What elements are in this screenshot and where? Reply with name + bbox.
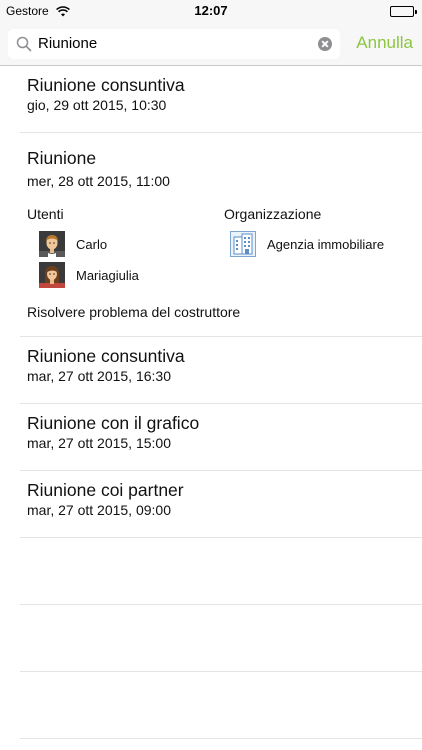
list-item-expanded[interactable]: Riunione mer, 28 ott 2015, 11:00 Utenti …	[20, 133, 422, 337]
event-date: gio, 29 ott 2015, 10:30	[27, 97, 167, 113]
cancel-button[interactable]: Annulla	[356, 33, 413, 53]
list-item[interactable]: Riunione con il grafico mar, 27 ott 2015…	[20, 404, 422, 471]
search-icon	[16, 36, 32, 57]
event-date: mer, 28 ott 2015, 11:00	[27, 173, 170, 189]
user-name: Mariagiulia	[76, 268, 139, 283]
battery-icon	[390, 6, 417, 17]
male-avatar-icon	[39, 231, 65, 257]
event-date: mar, 27 ott 2015, 09:00	[27, 502, 171, 518]
list-item[interactable]: Riunione consuntiva gio, 29 ott 2015, 10…	[20, 66, 422, 133]
event-title: Riunione consuntiva	[27, 75, 185, 95]
event-title: Riunione con il grafico	[27, 413, 200, 433]
search-bar[interactable]	[8, 29, 340, 59]
empty-row	[20, 672, 422, 739]
search-input[interactable]	[38, 29, 308, 59]
event-title: Riunione	[27, 148, 97, 168]
female-avatar-icon	[39, 262, 65, 288]
organization-name: Agenzia immobiliare	[267, 237, 385, 252]
empty-row	[20, 538, 422, 605]
clock: 12:07	[194, 3, 228, 18]
list-item[interactable]: Riunione coi partner mar, 27 ott 2015, 0…	[20, 471, 422, 538]
event-date: mar, 27 ott 2015, 16:30	[27, 368, 171, 384]
list-item[interactable]: Riunione consuntiva mar, 27 ott 2015, 16…	[20, 337, 422, 404]
event-title: Riunione consuntiva	[27, 346, 185, 366]
results-list: Riunione consuntiva gio, 29 ott 2015, 10…	[0, 66, 422, 739]
event-title: Riunione coi partner	[27, 480, 184, 500]
status-bar: Gestore 12:07	[0, 0, 422, 22]
search-header: Annulla	[0, 22, 422, 66]
event-note: Risolvere problema del costruttore	[27, 304, 241, 320]
event-date: mar, 27 ott 2015, 15:00	[27, 435, 171, 451]
building-icon	[230, 231, 256, 257]
users-label: Utenti	[27, 206, 64, 222]
user-name: Carlo	[76, 237, 108, 252]
clear-search-icon[interactable]	[318, 37, 332, 51]
empty-row	[20, 605, 422, 672]
organization-label: Organizzazione	[224, 206, 322, 222]
